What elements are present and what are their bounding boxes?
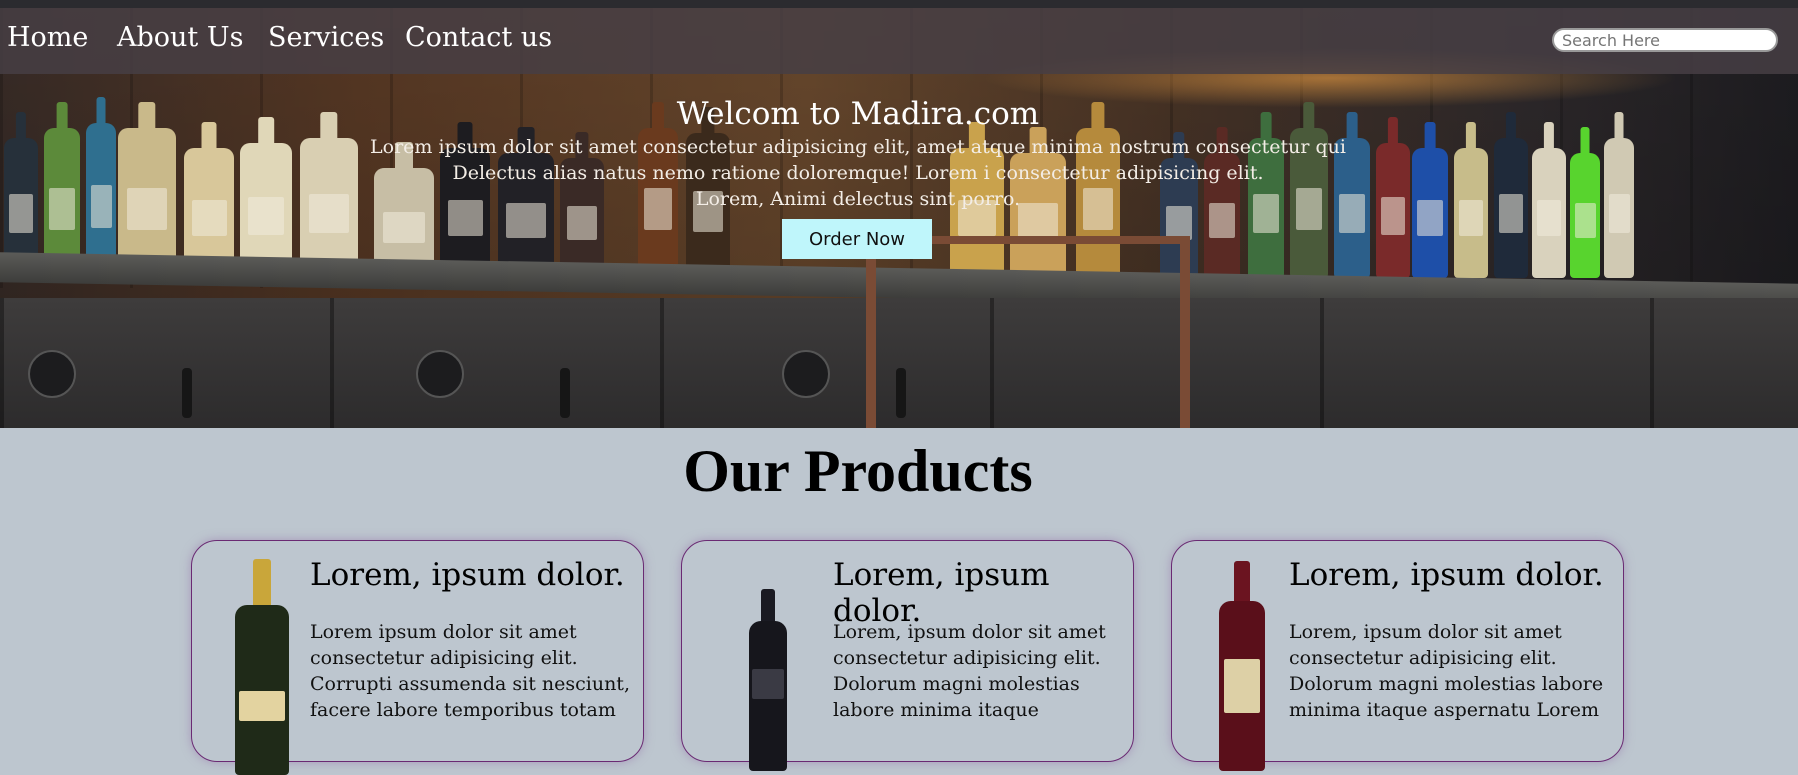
product-card[interactable]: Lorem, ipsum dolor. Lorem ipsum dolor si… xyxy=(191,540,644,775)
top-navigation: Home About Us Services Contact us xyxy=(0,8,1798,74)
product-card[interactable]: Lorem, ipsum dolor. Lorem, ipsum dolor s… xyxy=(681,540,1134,771)
nav-home-link[interactable]: Home xyxy=(7,22,88,53)
product-title: Lorem, ipsum dolor. xyxy=(310,557,625,593)
nav-services-link[interactable]: Services xyxy=(268,22,384,53)
hero-pipe xyxy=(866,236,876,428)
product-description: Lorem ipsum dolor sit amet consectetur a… xyxy=(310,621,630,721)
product-title: Lorem, ipsum dolor. xyxy=(1289,557,1604,593)
product-description: Lorem, ipsum dolor sit amet consectetur … xyxy=(833,621,1106,721)
hero-text-line: Delectus alias natus nemo ratione dolore… xyxy=(452,162,1264,184)
nav-about-link[interactable]: About Us xyxy=(117,22,243,53)
wine-bottle-icon xyxy=(761,589,775,625)
hero-title: Welcom to Madira.com xyxy=(676,96,1040,132)
nav-contact-link[interactable]: Contact us xyxy=(405,22,552,53)
product-description: Lorem, ipsum dolor sit amet consectetur … xyxy=(1289,621,1604,721)
hero-pipe xyxy=(1180,236,1190,428)
champagne-bottle-icon xyxy=(235,605,289,775)
beer-tap-icon xyxy=(182,368,192,418)
search-input[interactable] xyxy=(1552,28,1778,52)
champagne-bottle-icon xyxy=(239,691,285,721)
red-wine-bottle-icon xyxy=(1224,659,1260,713)
tap-badge-icon xyxy=(782,350,830,398)
hero-text-line: Lorem, Animi delectus sint porro. xyxy=(695,188,1021,210)
red-wine-bottle-icon xyxy=(1234,561,1250,605)
tap-badge-icon xyxy=(416,350,464,398)
hero-text-line: Lorem ipsum dolor sit amet consectetur a… xyxy=(370,136,1346,158)
tap-badge-icon xyxy=(28,350,76,398)
beer-tap-icon xyxy=(560,368,570,418)
beer-tap-icon xyxy=(896,368,906,418)
window-top-strip xyxy=(0,0,1798,8)
champagne-bottle-icon xyxy=(253,559,271,609)
order-now-button[interactable]: Order Now xyxy=(782,219,932,259)
wine-bottle-icon xyxy=(752,669,784,699)
product-card[interactable]: Lorem, ipsum dolor. Lorem, ipsum dolor s… xyxy=(1171,540,1624,771)
products-heading: Our Products xyxy=(683,438,1033,504)
